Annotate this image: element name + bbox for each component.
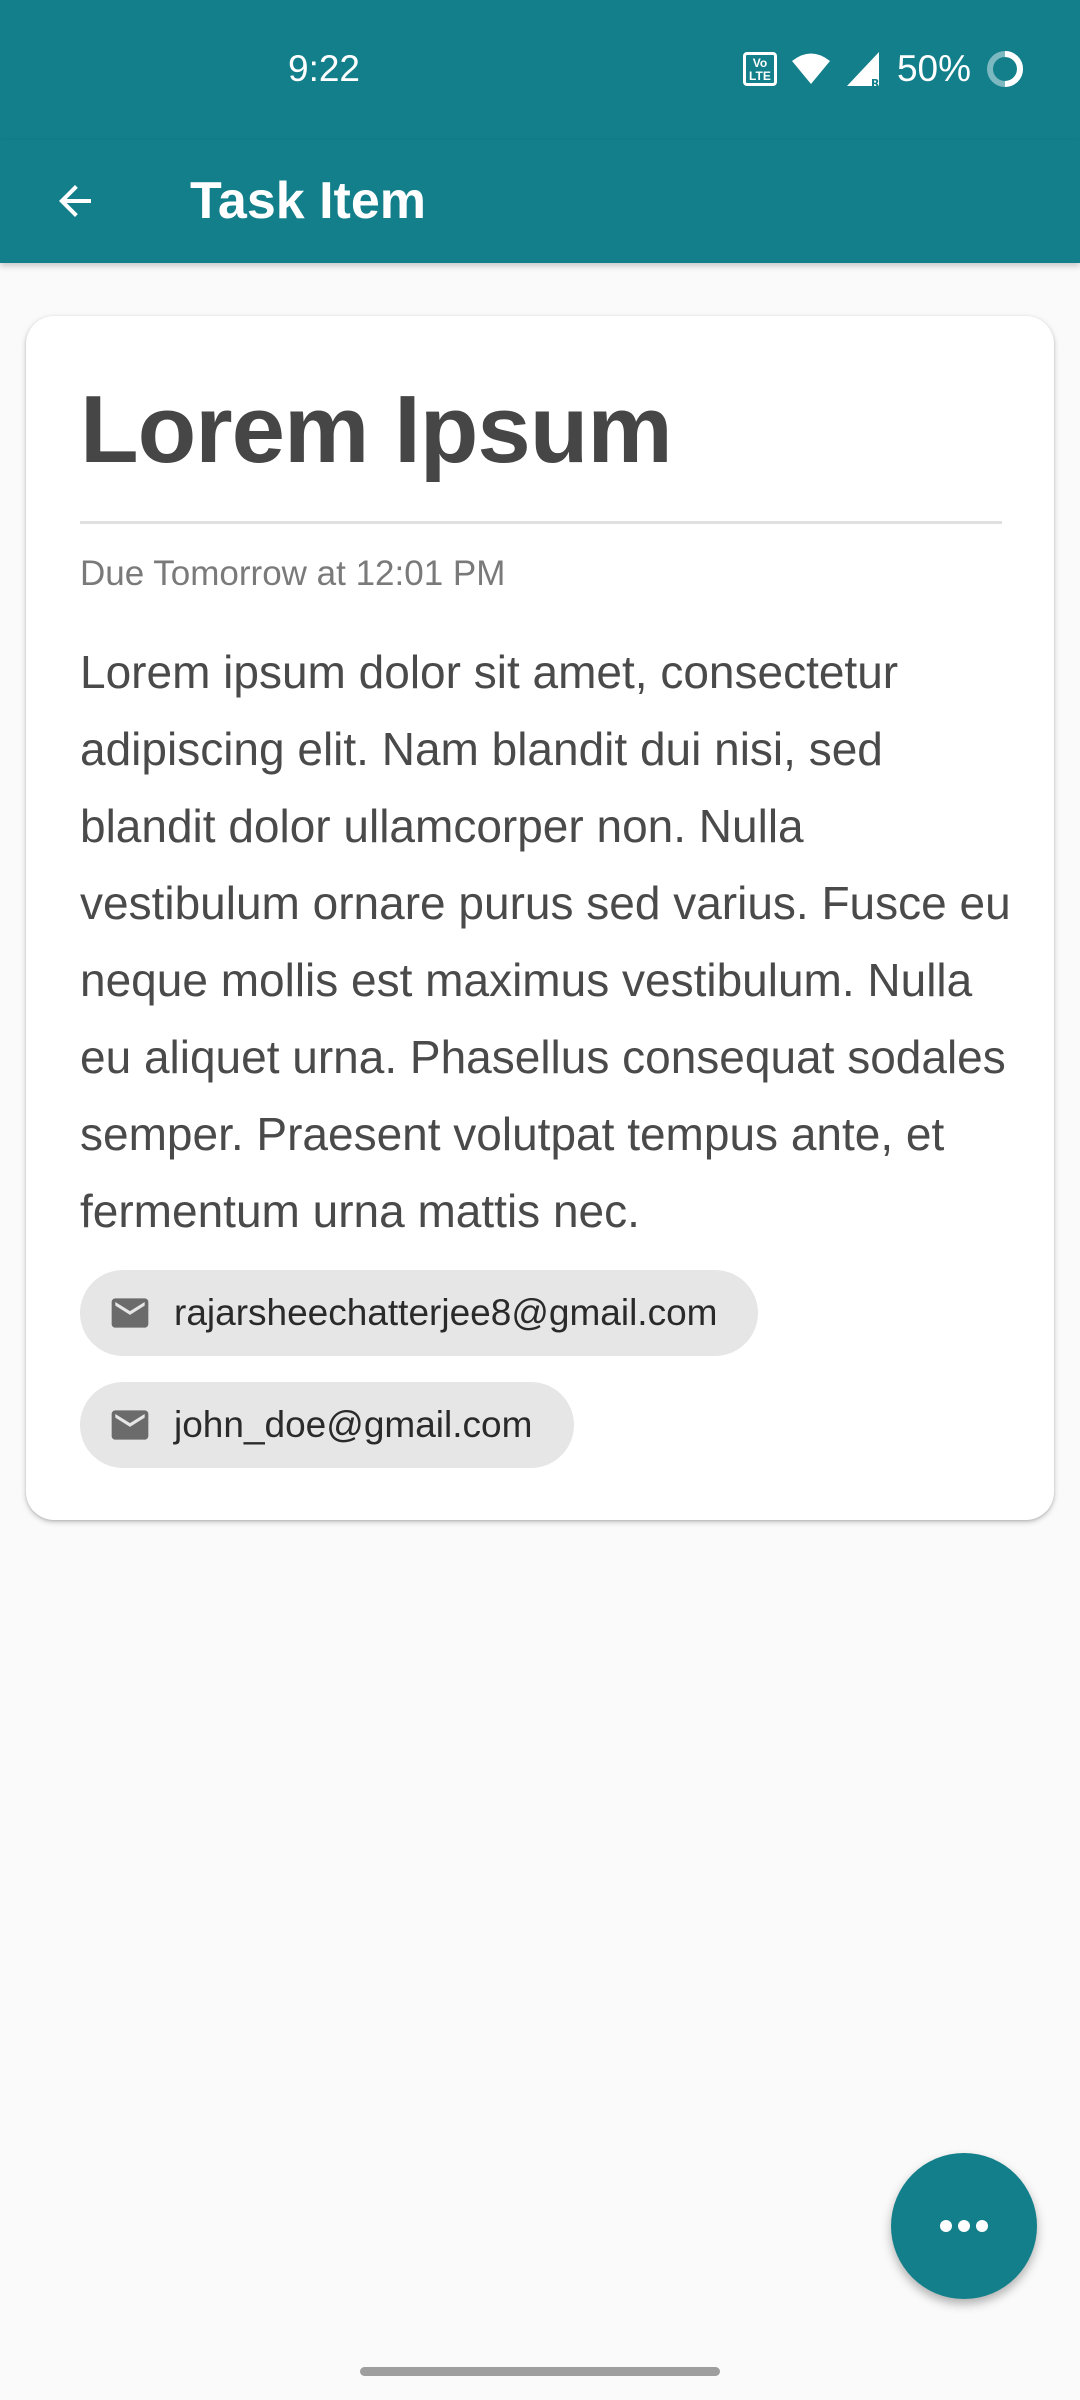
assignee-chip[interactable]: john_doe@gmail.com [80, 1382, 574, 1468]
signal-icon: R [846, 52, 880, 88]
status-time: 9:22 [288, 48, 361, 89]
svg-text:R: R [871, 77, 880, 88]
battery-ring-icon [987, 51, 1023, 87]
back-button[interactable] [40, 166, 110, 236]
due-date: Due Tomorrow at 12:01 PM [80, 554, 506, 593]
status-bar: 9:22 Vo LTE R 50% [0, 0, 1080, 140]
task-title: Lorem Ipsum [80, 376, 673, 483]
task-description: Lorem ipsum dolor sit amet, consectetur … [80, 646, 1011, 1237]
volte-icon: Vo LTE [742, 52, 777, 86]
title-divider [80, 521, 1002, 524]
assignee-email: rajarsheechatterjee8@gmail.com [174, 1292, 718, 1333]
status-icons: Vo LTE R 50% [729, 44, 1025, 94]
more-options-fab[interactable] [891, 2153, 1037, 2299]
arrow-back-icon [59, 185, 91, 217]
mail-icon [106, 1401, 154, 1449]
assignee-chip[interactable]: rajarsheechatterjee8@gmail.com [80, 1270, 758, 1356]
home-indicator[interactable] [360, 2367, 720, 2376]
page-title: Task Item [190, 172, 427, 230]
assignee-email: john_doe@gmail.com [174, 1404, 533, 1445]
wifi-icon [791, 53, 830, 84]
app-bar: Task Item [0, 140, 1080, 263]
more-horizontal-icon [940, 2220, 988, 2232]
battery-percent: 50% [896, 48, 971, 89]
task-card: Lorem Ipsum Due Tomorrow at 12:01 PM Lor… [26, 316, 1054, 1520]
mail-icon [106, 1289, 154, 1337]
